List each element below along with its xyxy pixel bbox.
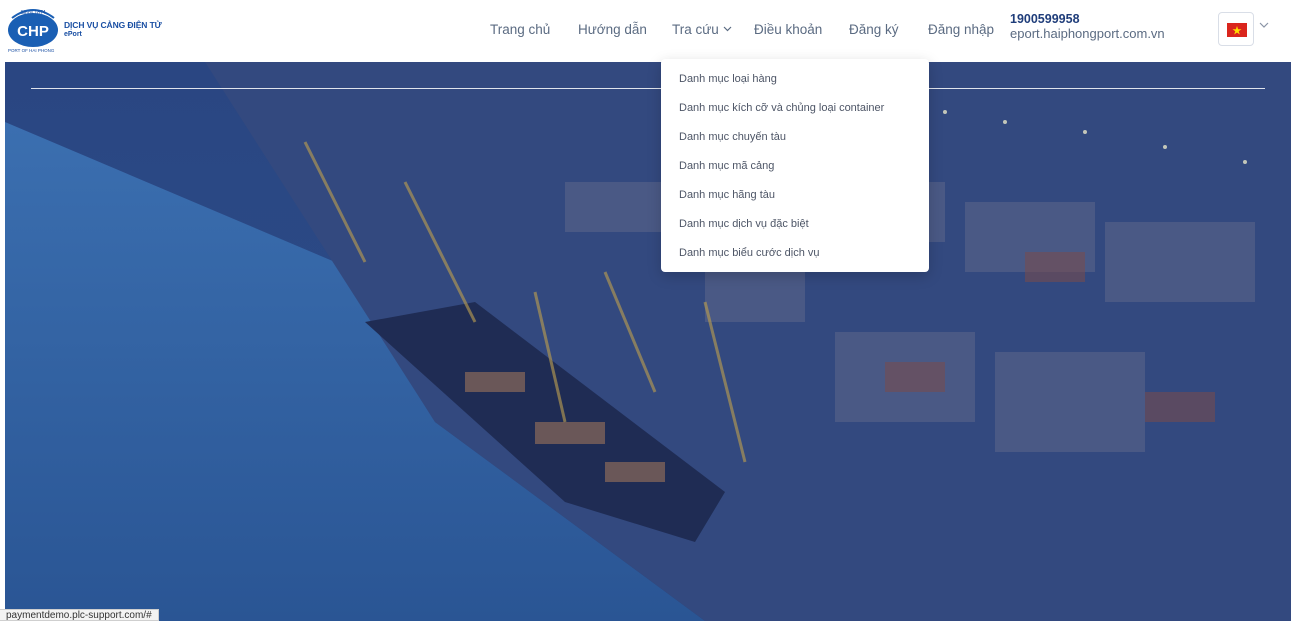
menu-item-special-service[interactable]: Danh mục dịch vụ đặc biệt bbox=[661, 210, 929, 239]
menu-item-service-tariff[interactable]: Danh mục biểu cước dịch vụ bbox=[661, 239, 929, 268]
menu-item-cargo-type[interactable]: Danh mục loại hàng bbox=[661, 65, 929, 94]
hero-banner bbox=[5, 62, 1291, 621]
lookup-dropdown-menu: Danh mục loại hàng Danh mục kích cỡ và c… bbox=[661, 59, 929, 272]
logo-subtitle: ePort bbox=[64, 31, 82, 38]
nav-register[interactable]: Đăng ký bbox=[849, 22, 899, 37]
logo-footer: PORT OF HAI PHONG bbox=[8, 48, 55, 53]
language-selector[interactable] bbox=[1218, 12, 1254, 46]
nav-lookup[interactable]: Tra cứu bbox=[672, 22, 732, 37]
nav-guide[interactable]: Hướng dẫn bbox=[578, 22, 647, 37]
contact-info: 1900599958 eport.haiphongport.com.vn bbox=[1010, 12, 1165, 41]
logo[interactable]: Since 1874 CHP DỊCH VỤ CẢNG ĐIỆN TỬ ePor… bbox=[6, 4, 206, 58]
vietnam-flag-icon bbox=[1227, 23, 1247, 37]
nav-lookup-label: Tra cứu bbox=[672, 22, 719, 37]
menu-item-shipping-line[interactable]: Danh mục hãng tàu bbox=[661, 181, 929, 210]
badge-top-text: Since 1874 bbox=[20, 10, 45, 16]
browser-status-url: paymentdemo.plc-support.com/# bbox=[0, 609, 159, 621]
menu-item-container-size[interactable]: Danh mục kích cỡ và chủng loại container bbox=[661, 94, 929, 123]
site-header: Since 1874 CHP DỊCH VỤ CẢNG ĐIỆN TỬ ePor… bbox=[0, 0, 1296, 62]
badge-text: CHP bbox=[17, 23, 49, 40]
nav-home[interactable]: Trang chủ bbox=[490, 22, 550, 37]
menu-item-voyage[interactable]: Danh mục chuyến tàu bbox=[661, 123, 929, 152]
nav-terms[interactable]: Điều khoản bbox=[754, 22, 822, 37]
website-link[interactable]: eport.haiphongport.com.vn bbox=[1010, 26, 1165, 41]
menu-item-port-code[interactable]: Danh mục mã cảng bbox=[661, 152, 929, 181]
hero-divider bbox=[31, 88, 1265, 89]
nav-login[interactable]: Đăng nhập bbox=[928, 22, 994, 37]
logo-title: DỊCH VỤ CẢNG ĐIỆN TỬ bbox=[64, 20, 162, 30]
hero-background-image bbox=[5, 62, 1291, 621]
hotline-phone[interactable]: 1900599958 bbox=[1010, 12, 1165, 26]
language-chevron-down-icon[interactable] bbox=[1259, 22, 1269, 29]
chevron-down-icon bbox=[723, 26, 732, 32]
